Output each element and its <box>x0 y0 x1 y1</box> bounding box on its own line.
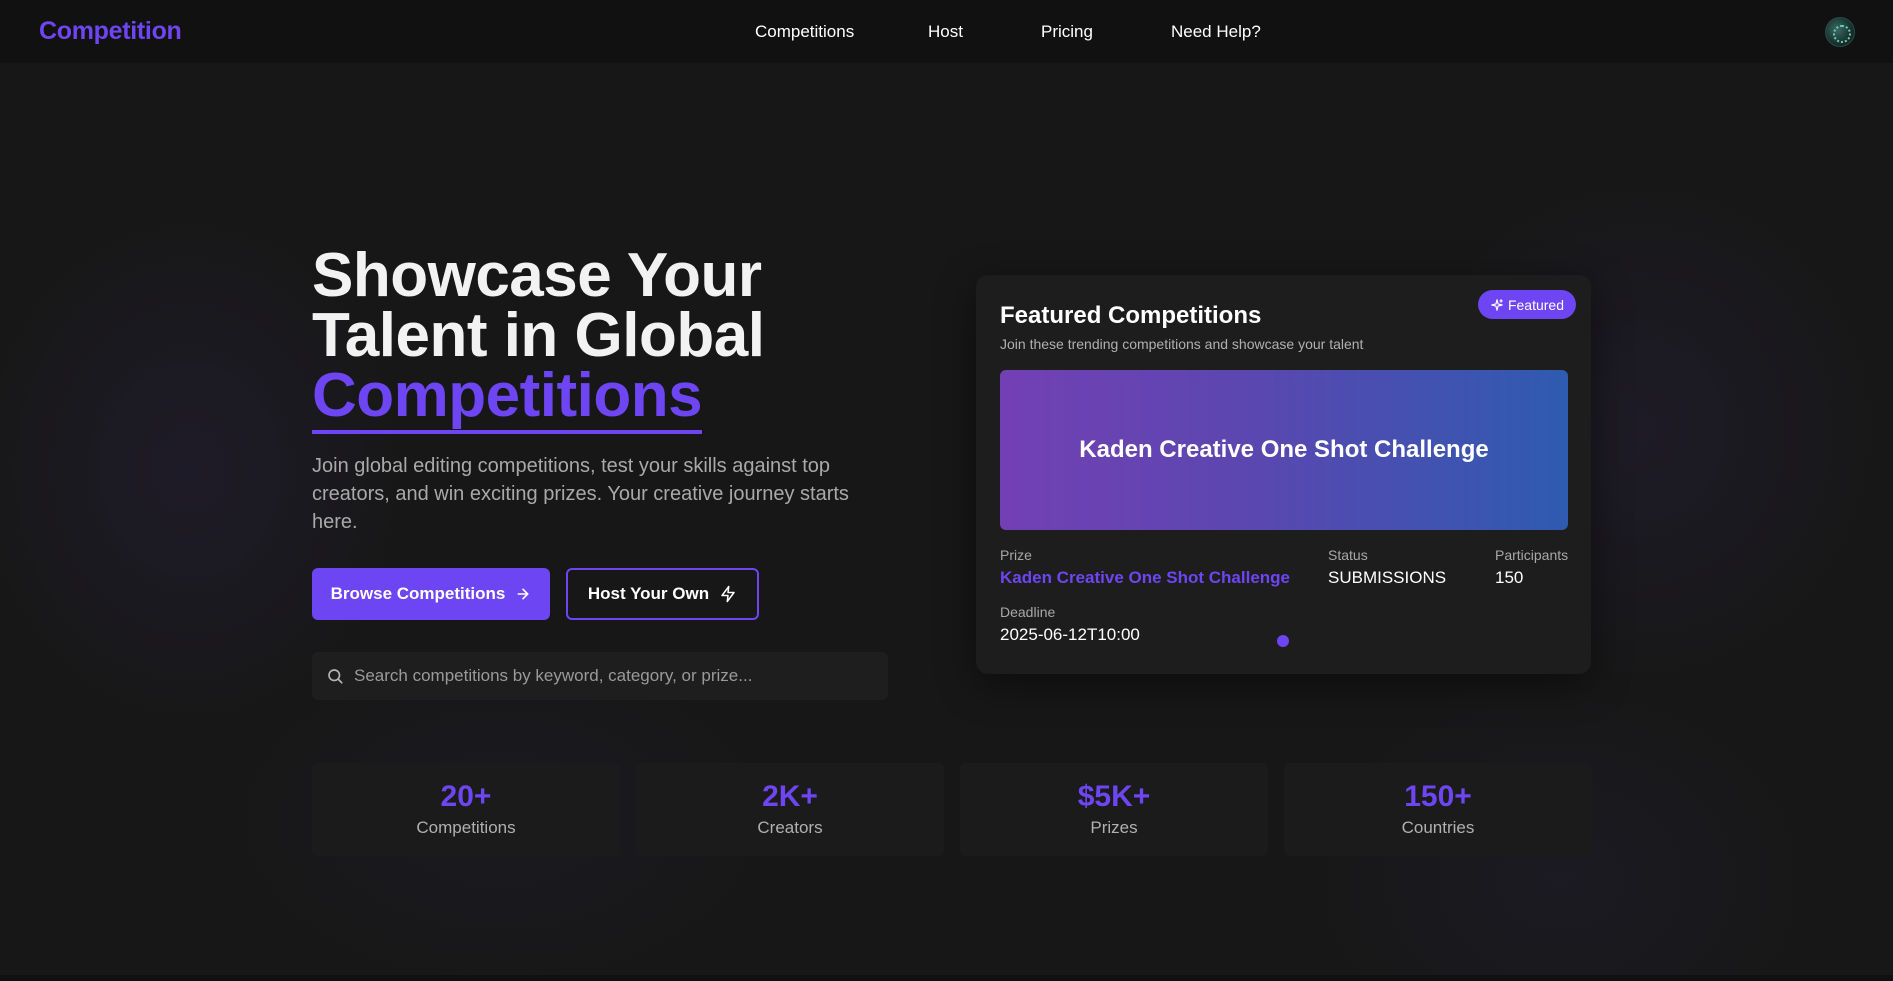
carousel-dot[interactable] <box>1277 635 1289 647</box>
stat-value: 20+ <box>440 780 492 813</box>
nav-link-competitions[interactable]: Competitions <box>755 22 854 42</box>
search-icon <box>328 669 343 684</box>
search-bar <box>312 652 888 700</box>
stat-card-competitions: 20+ Competitions <box>312 763 620 856</box>
featured-badge-label: Featured <box>1507 296 1565 313</box>
nav-link-pricing[interactable]: Pricing <box>1041 22 1093 42</box>
hero-title-line2: Talent in Global <box>312 301 765 370</box>
featured-card-title: Featured Competitions <box>1000 302 1262 329</box>
bottom-edge <box>0 975 1893 981</box>
lightning-icon <box>721 585 735 603</box>
stat-card-countries: 150+ Countries <box>1284 763 1592 856</box>
hero-title-accent: Competitions <box>312 365 703 434</box>
stat-label: Competitions <box>416 818 516 837</box>
host-your-own-button[interactable]: Host Your Own <box>566 568 759 620</box>
browse-competitions-button[interactable]: Browse Competitions <box>312 568 550 620</box>
participants-label: Participants <box>1495 547 1569 563</box>
stat-label: Prizes <box>1090 818 1138 837</box>
stat-value: 150+ <box>1404 780 1472 813</box>
sparkle-icon <box>1491 298 1503 311</box>
stat-card-prizes: $5K+ Prizes <box>960 763 1268 856</box>
deadline-value: 2025-06-12T10:00 <box>1000 625 1140 644</box>
search-input[interactable] <box>354 666 874 686</box>
host-your-own-label: Host Your Own <box>587 584 710 603</box>
stat-value: 2K+ <box>762 780 818 813</box>
nav-link-host[interactable]: Host <box>928 22 963 42</box>
featured-badge: Featured <box>1478 290 1576 319</box>
featured-competitions-card: Featured Competitions Join these trendin… <box>976 275 1591 674</box>
banner-title: Kaden Creative One Shot Challenge <box>1079 436 1489 463</box>
participants-value: 150 <box>1495 568 1524 587</box>
hero-description: Join global editing competitions, test y… <box>312 455 849 533</box>
competition-banner[interactable]: Kaden Creative One Shot Challenge <box>1000 370 1568 530</box>
stat-value: $5K+ <box>1077 780 1151 813</box>
page-background <box>0 0 1893 981</box>
stat-card-creators: 2K+ Creators <box>636 763 944 856</box>
user-avatar[interactable] <box>1825 17 1855 47</box>
status-label: Status <box>1328 547 1368 563</box>
stat-label: Countries <box>1401 818 1475 837</box>
status-value: SUBMISSIONS <box>1328 568 1447 587</box>
nav-link-need-help[interactable]: Need Help? <box>1171 22 1261 42</box>
featured-card-subtitle: Join these trending competitions and sho… <box>1000 336 1364 352</box>
prize-label: Prize <box>1000 547 1032 563</box>
stat-label: Creators <box>757 818 823 837</box>
hero-title-line1: Showcase Your <box>312 241 762 310</box>
prize-value[interactable]: Kaden Creative One Shot Challenge <box>1000 568 1290 588</box>
top-navbar: Competition Competitions Host Pricing Ne… <box>0 0 1893 63</box>
deadline-label: Deadline <box>1000 604 1056 620</box>
arrow-right-icon <box>517 588 529 600</box>
nav-links: Competitions Host Pricing Need Help? <box>0 0 1893 63</box>
browse-competitions-label: Browse Competitions <box>330 584 506 603</box>
hero-title: Showcase Your Talent in Global Competiti… <box>312 245 932 434</box>
